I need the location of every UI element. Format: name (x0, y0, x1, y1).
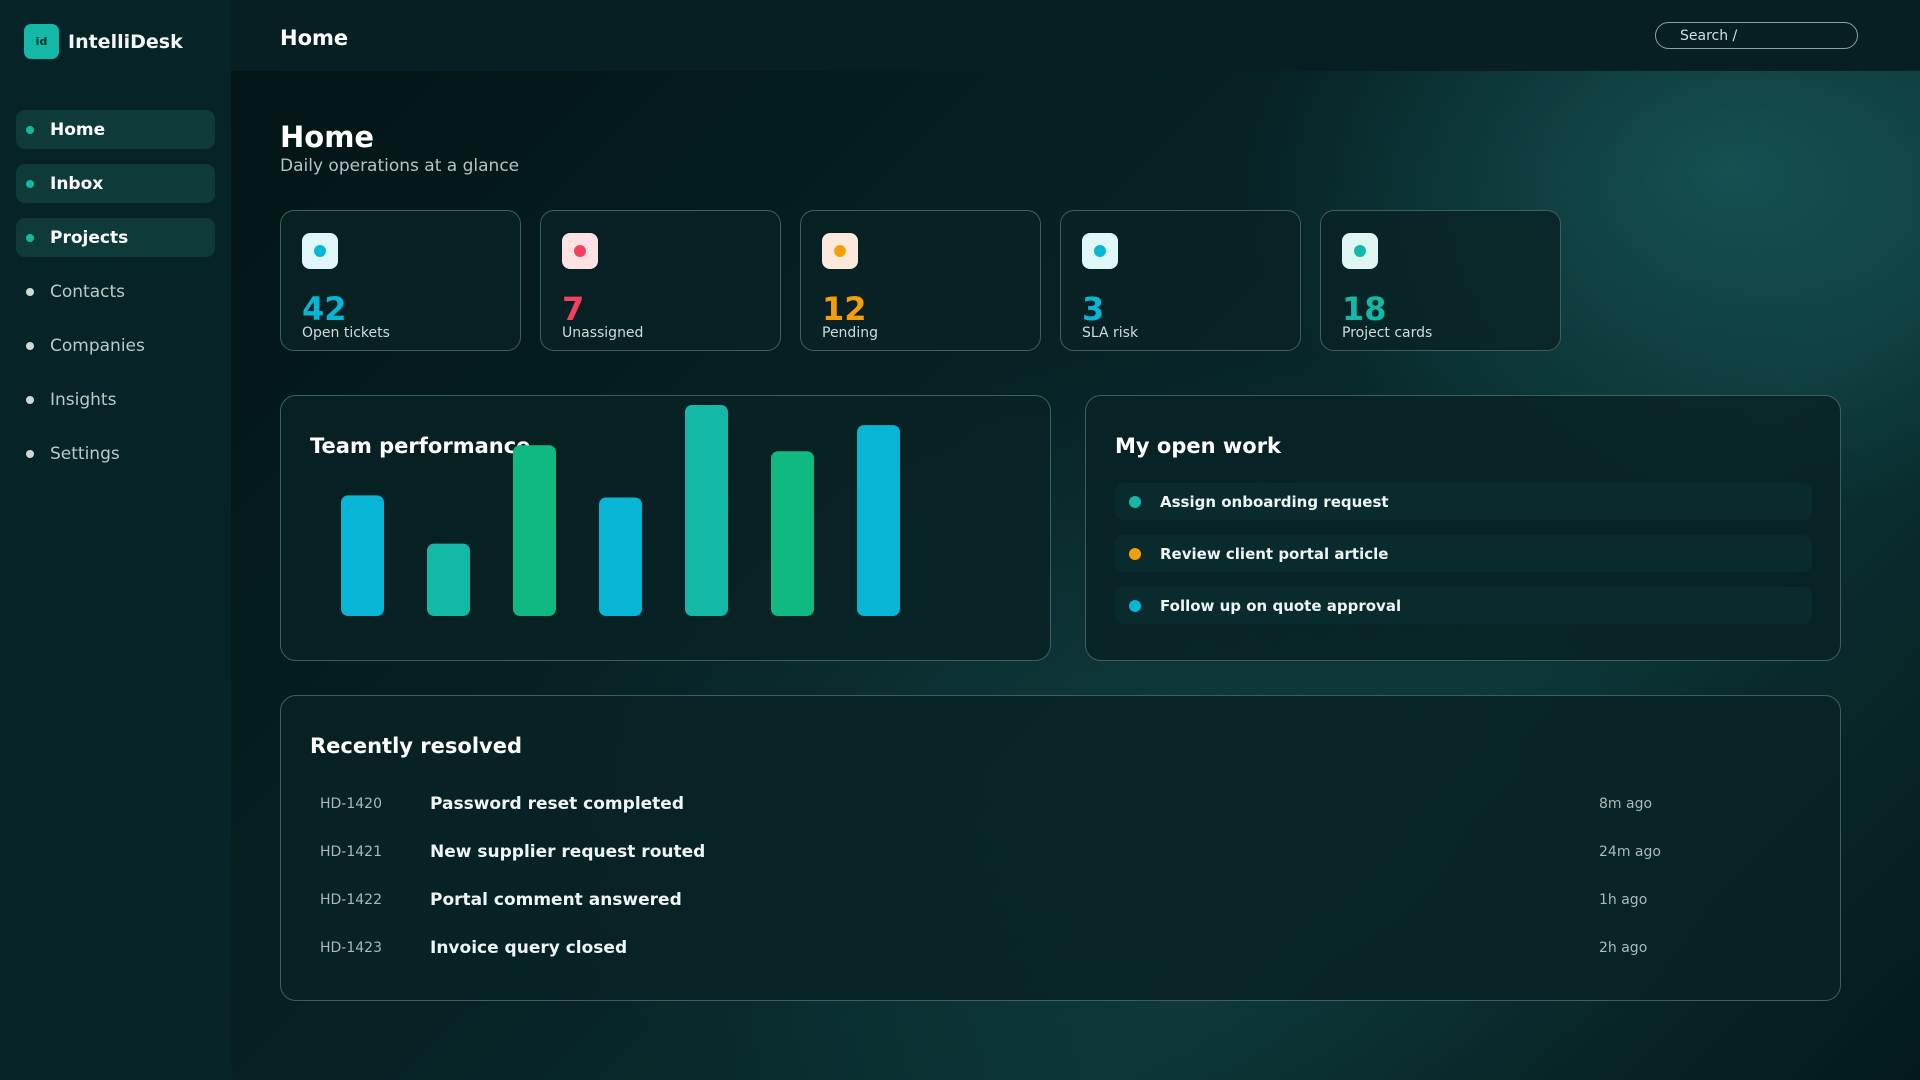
topbar-title: Home (280, 26, 349, 50)
stat-value: 18 (1342, 290, 1387, 328)
search-input[interactable] (1655, 22, 1858, 49)
dot-icon (26, 125, 34, 134)
ticket-title: Invoice query closed (430, 938, 628, 958)
stat-card-sla-risk[interactable]: 3 SLA risk (1060, 210, 1301, 351)
sidebar-item-settings[interactable]: Settings (16, 434, 215, 473)
stat-value: 12 (822, 290, 867, 328)
stat-label: SLA risk (1082, 325, 1139, 341)
stat-card-project-cards[interactable]: 18 Project cards (1320, 210, 1561, 351)
status-dot-icon (302, 233, 338, 269)
stat-value: 7 (562, 290, 585, 328)
sidebar-item-label: Insights (50, 389, 117, 410)
table-row[interactable]: HD-1420 Password reset completed 8m ago (281, 792, 1842, 822)
sidebar: id IntelliDesk Home Inbox Projects Conta… (0, 0, 231, 1080)
ticket-time: 2h ago (1599, 940, 1648, 956)
chart-bar (771, 451, 814, 616)
ticket-id: HD-1421 (320, 844, 382, 860)
page-title: Home (280, 120, 375, 154)
sidebar-item-label: Contacts (50, 281, 125, 302)
sidebar-item-companies[interactable]: Companies (16, 326, 215, 365)
sidebar-item-label: Settings (50, 443, 120, 464)
open-work-label: Follow up on quote approval (1160, 596, 1402, 615)
sidebar-item-label: Home (50, 119, 106, 140)
open-work-panel: My open work Assign onboarding request R… (1085, 395, 1841, 661)
brand[interactable]: id IntelliDesk (24, 24, 183, 59)
chart-bar (685, 405, 728, 616)
chart-bar (513, 445, 556, 616)
status-dot-icon (822, 233, 858, 269)
status-dot-icon (1082, 233, 1118, 269)
app-logo-icon: id (24, 24, 59, 59)
top-bar: Home (231, 0, 1920, 71)
status-dot-icon (1342, 233, 1378, 269)
stat-value: 42 (302, 290, 347, 328)
sidebar-item-inbox[interactable]: Inbox (16, 164, 215, 203)
ticket-time: 24m ago (1599, 844, 1661, 860)
chart-bar (857, 425, 900, 616)
status-dot-icon (1129, 599, 1141, 612)
page-subtitle: Daily operations at a glance (280, 156, 520, 176)
dot-icon (26, 179, 34, 188)
ticket-time: 8m ago (1599, 796, 1653, 812)
team-performance-chart (341, 405, 900, 616)
open-work-label: Review client portal article (1160, 544, 1389, 563)
recently-resolved-panel: Recently resolved HD-1420 Password reset… (280, 695, 1841, 1001)
stat-card-pending[interactable]: 12 Pending (800, 210, 1041, 351)
ticket-title: Password reset completed (430, 794, 684, 814)
sidebar-item-label: Inbox (50, 173, 104, 194)
ticket-time: 1h ago (1599, 892, 1648, 908)
dot-icon (26, 449, 34, 458)
open-work-label: Assign onboarding request (1160, 492, 1389, 511)
stat-card-unassigned[interactable]: 7 Unassigned (540, 210, 781, 351)
sidebar-item-home[interactable]: Home (16, 110, 215, 149)
status-dot-icon (1129, 547, 1141, 560)
sidebar-item-projects[interactable]: Projects (16, 218, 215, 257)
sidebar-nav: Home Inbox Projects Contacts Companies I… (16, 110, 215, 488)
chart-bar (341, 495, 384, 616)
stat-value: 3 (1082, 290, 1105, 328)
status-dot-icon (1129, 495, 1141, 508)
dot-icon (26, 233, 34, 242)
dot-icon (26, 395, 34, 404)
sidebar-item-insights[interactable]: Insights (16, 380, 215, 419)
table-row[interactable]: HD-1422 Portal comment answered 1h ago (281, 888, 1842, 918)
stat-card-open-tickets[interactable]: 42 Open tickets (280, 210, 521, 351)
open-work-item[interactable]: Review client portal article (1115, 535, 1812, 572)
ticket-title: Portal comment answered (430, 890, 682, 910)
dot-icon (26, 341, 34, 350)
dot-icon (26, 287, 34, 296)
team-performance-panel: Team performance (280, 395, 1051, 661)
chart-bar (599, 497, 642, 616)
ticket-id: HD-1423 (320, 940, 382, 956)
sidebar-item-contacts[interactable]: Contacts (16, 272, 215, 311)
stat-label: Pending (822, 325, 878, 341)
ticket-id: HD-1420 (320, 796, 382, 812)
sidebar-item-label: Companies (50, 335, 145, 356)
sidebar-item-label: Projects (50, 227, 129, 248)
panel-title: My open work (1115, 434, 1282, 458)
ticket-id: HD-1422 (320, 892, 382, 908)
status-dot-icon (562, 233, 598, 269)
chart-bar (427, 543, 470, 616)
stat-label: Project cards (1342, 325, 1433, 341)
app-name: IntelliDesk (68, 30, 183, 53)
table-row[interactable]: HD-1421 New supplier request routed 24m … (281, 840, 1842, 870)
stat-label: Unassigned (562, 325, 644, 341)
panel-title: Recently resolved (310, 734, 522, 758)
open-work-item[interactable]: Assign onboarding request (1115, 483, 1812, 520)
stat-label: Open tickets (302, 325, 390, 341)
open-work-item[interactable]: Follow up on quote approval (1115, 587, 1812, 624)
table-row[interactable]: HD-1423 Invoice query closed 2h ago (281, 936, 1842, 966)
ticket-title: New supplier request routed (430, 842, 706, 862)
